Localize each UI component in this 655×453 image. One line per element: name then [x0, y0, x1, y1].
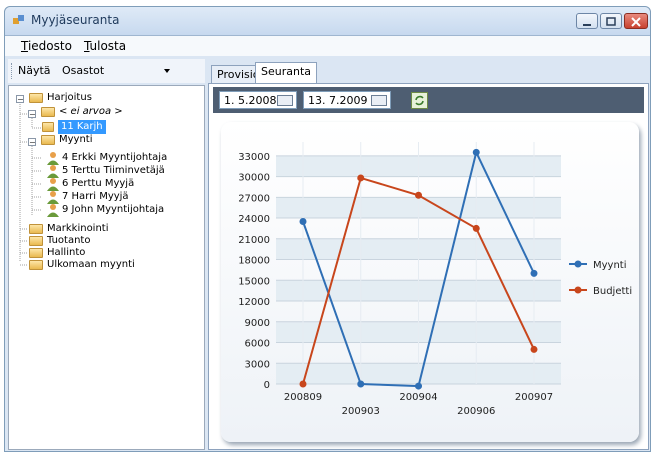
refresh-button[interactable]	[411, 92, 428, 109]
y-tick-label: 12000	[238, 297, 270, 308]
refresh-icon	[415, 95, 424, 106]
calendar-icon[interactable]	[277, 95, 293, 106]
minimize-icon	[583, 24, 591, 26]
y-tick-label: 6000	[245, 339, 270, 350]
data-point-budjetti	[357, 174, 365, 182]
nayta-label: Näytä	[18, 64, 51, 77]
y-tick-label: 27000	[238, 193, 270, 204]
person-icon	[47, 178, 59, 191]
y-tick-label: 30000	[238, 173, 270, 184]
menu-tulosta[interactable]: Tulosta	[84, 39, 126, 53]
legend-marker	[574, 260, 582, 268]
person-icon	[47, 204, 59, 217]
date-filter-bar: 1. 5.2008 13. 7.2009	[213, 87, 644, 113]
maximize-icon	[606, 17, 616, 26]
y-tick-label: 21000	[238, 235, 270, 246]
legend-label: Budjetti	[593, 286, 632, 297]
data-point-myynti	[415, 382, 422, 390]
legend-marker	[574, 286, 582, 294]
close-icon	[631, 17, 641, 27]
legend-label: Myynti	[593, 260, 627, 271]
tab-content: 1. 5.2008 13. 7.2009 0 3000 6000 9000 12000 1…	[208, 83, 649, 450]
date-from-picker[interactable]: 1. 5.2008	[219, 91, 297, 109]
view-combo-value: Osastot	[62, 64, 105, 77]
date-to-picker[interactable]: 13. 7.2009	[303, 91, 391, 109]
y-tick-label: 3000	[245, 359, 270, 370]
collapse-toggle[interactable]: −	[16, 95, 24, 104]
person-icon	[47, 191, 59, 204]
folder-icon	[29, 93, 43, 103]
data-point-myynti	[357, 380, 365, 388]
y-tick-label: 33000	[238, 152, 270, 163]
x-tick-label: 200906	[457, 406, 495, 417]
app-window: Myyjäseuranta Tiedosto Tulosta Näytä Osa…	[4, 6, 651, 452]
title-bar[interactable]: Myyjäseuranta	[5, 7, 650, 36]
window-title: Myyjäseuranta	[31, 13, 120, 27]
menu-tiedosto[interactable]: Tiedosto	[21, 39, 72, 53]
collapse-toggle[interactable]: −	[28, 138, 36, 147]
data-point-budjetti	[530, 345, 538, 353]
department-tree: − Harjoitus − < ei arvoa > 11 Karjh − My…	[8, 85, 205, 450]
folder-icon	[29, 260, 43, 270]
menu-bar: Tiedosto Tulosta	[5, 36, 650, 56]
maximize-button[interactable]	[600, 13, 622, 29]
folder-icon	[29, 224, 43, 234]
calendar-icon[interactable]	[371, 95, 387, 106]
toolbar-grip[interactable]	[11, 63, 15, 79]
tab-seuranta[interactable]: Seuranta	[255, 62, 318, 84]
left-pane: Näytä Osastot − Harjoitus − < ei arvoa >…	[8, 59, 205, 450]
data-point-myynti	[472, 148, 480, 156]
data-point-myynti	[299, 218, 307, 226]
data-point-budjetti	[299, 380, 307, 388]
collapse-toggle[interactable]: −	[28, 110, 36, 119]
y-tick-label: 9000	[245, 318, 270, 329]
folder-icon	[29, 236, 43, 246]
chevron-down-icon	[164, 69, 170, 73]
toolbar: Näytä Osastot	[8, 59, 205, 83]
close-button[interactable]	[624, 13, 648, 29]
y-tick-label: 0	[264, 380, 270, 391]
view-combo[interactable]: Osastot	[56, 61, 174, 80]
x-tick-label: 200903	[342, 406, 380, 417]
minimize-button[interactable]	[576, 13, 598, 29]
app-icon	[13, 15, 24, 24]
x-tick-label: 200904	[399, 392, 437, 403]
y-tick-label: 15000	[238, 276, 270, 287]
y-tick-label: 24000	[238, 214, 270, 225]
folder-open-icon	[41, 135, 55, 145]
chart-panel: 0 3000 6000 9000 12000 15000 18000 21000 24000 27…	[221, 122, 639, 442]
data-point-budjetti	[415, 191, 422, 199]
folder-icon	[29, 248, 43, 258]
folder-open-icon	[41, 107, 55, 117]
x-tick-label: 200809	[284, 392, 322, 403]
line-chart: 0 3000 6000 9000 12000 15000 18000 21000 24000 27…	[238, 142, 632, 417]
person-icon	[47, 165, 59, 178]
folder-open-icon	[42, 122, 54, 132]
y-tick-label: 18000	[238, 256, 270, 267]
person-icon	[47, 152, 59, 165]
data-point-budjetti	[472, 224, 480, 232]
x-tick-label: 200907	[515, 392, 553, 403]
right-pane: Provisio Seuranta 1. 5.2008 13. 7.2009 0…	[208, 59, 649, 450]
data-point-myynti	[530, 269, 538, 277]
